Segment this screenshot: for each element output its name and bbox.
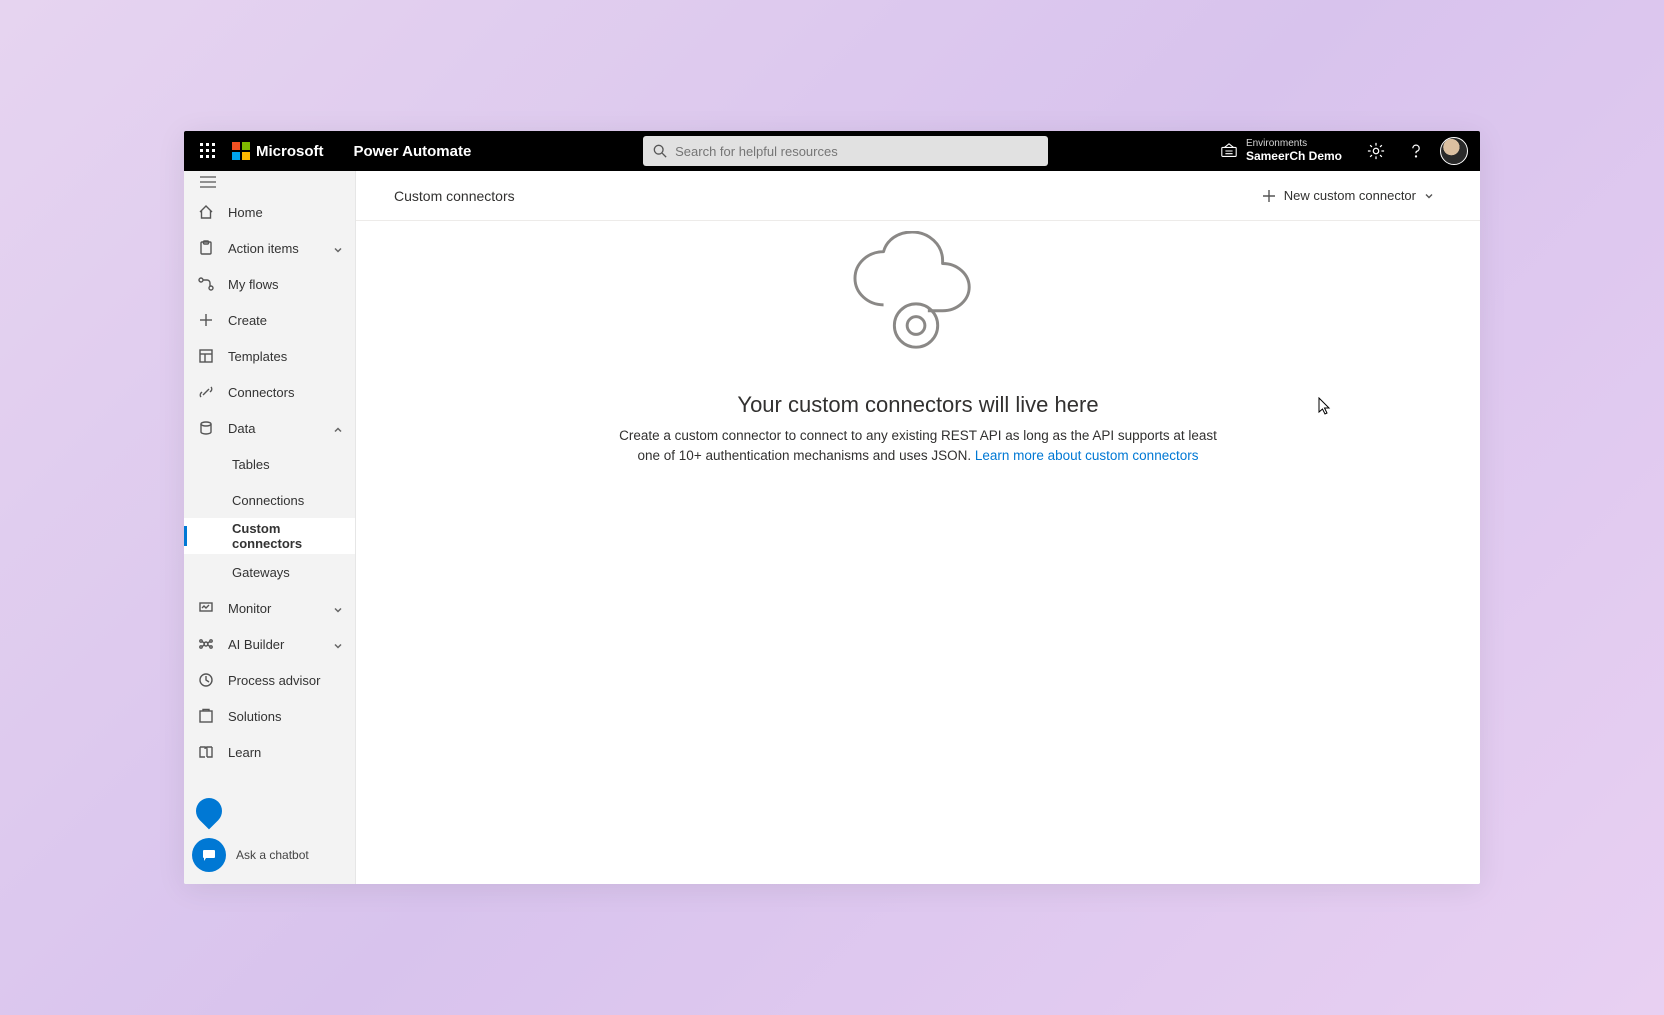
home-icon [198, 204, 214, 220]
chevron-up-icon [333, 423, 343, 433]
sidebar-item-tables[interactable]: Tables [184, 446, 355, 482]
sidebar-item-process-advisor[interactable]: Process advisor [184, 662, 355, 698]
solutions-icon [198, 708, 214, 724]
new-custom-connector-button[interactable]: New custom connector [1254, 182, 1442, 209]
sidebar-item-label: Data [228, 421, 255, 436]
ask-chatbot-button[interactable]: Ask a chatbot [192, 838, 309, 872]
search-box[interactable] [643, 136, 1048, 166]
plus-icon [198, 312, 214, 328]
search-input[interactable] [675, 144, 1038, 159]
environment-icon [1220, 142, 1238, 160]
sidebar-item-learn[interactable]: Learn [184, 734, 355, 770]
clipboard-icon [198, 240, 214, 256]
settings-button[interactable] [1356, 131, 1396, 171]
topbar: Microsoft Power Automate Environments Sa… [184, 131, 1480, 171]
sidebar-item-label: My flows [228, 277, 279, 292]
cloud-connector-icon [839, 231, 997, 364]
sidebar-item-label: Process advisor [228, 673, 320, 688]
sidebar-item-label: Monitor [228, 601, 271, 616]
main-content: Custom connectors New custom connector Y [356, 171, 1480, 884]
sidebar-item-label: AI Builder [228, 637, 284, 652]
sidebar-item-my-flows[interactable]: My flows [184, 266, 355, 302]
chevron-down-icon [333, 243, 343, 253]
chatbot-label: Ask a chatbot [236, 848, 309, 862]
page-title: Custom connectors [394, 188, 515, 204]
sidebar-item-label: Create [228, 313, 267, 328]
sidebar-item-action-items[interactable]: Action items [184, 230, 355, 266]
chevron-down-icon [333, 639, 343, 649]
chatbot-icon [192, 838, 226, 872]
sidebar-item-home[interactable]: Home [184, 194, 355, 230]
sidebar-item-templates[interactable]: Templates [184, 338, 355, 374]
sidebar-item-label: Templates [228, 349, 287, 364]
monitor-icon [198, 600, 214, 616]
sidebar-item-data[interactable]: Data [184, 410, 355, 446]
user-avatar[interactable] [1440, 137, 1468, 165]
empty-heading: Your custom connectors will live here [737, 392, 1098, 418]
chevron-down-icon [333, 603, 343, 613]
empty-body: Create a custom connector to connect to … [608, 426, 1228, 467]
sidebar-item-create[interactable]: Create [184, 302, 355, 338]
book-icon [198, 744, 214, 760]
gear-icon [1367, 142, 1385, 160]
process-icon [198, 672, 214, 688]
plus-icon [1262, 189, 1276, 203]
sidebar-item-label: Solutions [228, 709, 281, 724]
empty-state: Your custom connectors will live here Cr… [356, 221, 1480, 884]
chevron-down-icon [1424, 191, 1434, 201]
sidebar-item-ai-builder[interactable]: AI Builder [184, 626, 355, 662]
brand-text: Microsoft [256, 143, 324, 160]
app-name[interactable]: Power Automate [342, 143, 472, 160]
sidebar-item-label: Connectors [228, 385, 294, 400]
sidebar-toggle[interactable] [184, 170, 355, 194]
sidebar-item-label: Custom connectors [232, 521, 343, 551]
sidebar-item-custom-connectors[interactable]: Custom connectors [184, 518, 355, 554]
sidebar-item-label: Gateways [232, 565, 290, 580]
connector-icon [198, 384, 214, 400]
sidebar-item-gateways[interactable]: Gateways [184, 554, 355, 590]
environment-picker[interactable]: Environments SameerCh Demo [1220, 139, 1342, 162]
microsoft-logo: Microsoft [232, 142, 342, 160]
sidebar-item-label: Home [228, 205, 263, 220]
help-button[interactable] [1396, 131, 1436, 171]
sidebar: Home Action items My flows Create [184, 171, 356, 884]
environment-value: SameerCh Demo [1246, 150, 1342, 163]
sidebar-item-monitor[interactable]: Monitor [184, 590, 355, 626]
help-icon [1407, 142, 1425, 160]
sidebar-item-label: Action items [228, 241, 299, 256]
flow-icon [198, 276, 214, 292]
sidebar-item-label: Connections [232, 493, 304, 508]
command-bar: Custom connectors New custom connector [356, 171, 1480, 221]
sidebar-item-label: Learn [228, 745, 261, 760]
app-launcher-button[interactable] [184, 131, 232, 171]
sidebar-item-connectors[interactable]: Connectors [184, 374, 355, 410]
sidebar-item-label: Tables [232, 457, 270, 472]
ai-icon [198, 636, 214, 652]
learn-more-link[interactable]: Learn more about custom connectors [975, 448, 1199, 463]
app-window: Microsoft Power Automate Environments Sa… [184, 131, 1480, 884]
database-icon [198, 420, 214, 436]
new-button-label: New custom connector [1284, 188, 1416, 203]
sidebar-item-connections[interactable]: Connections [184, 482, 355, 518]
sidebar-item-solutions[interactable]: Solutions [184, 698, 355, 734]
template-icon [198, 348, 214, 364]
microsoft-squares-icon [232, 142, 250, 160]
search-icon [653, 144, 667, 158]
